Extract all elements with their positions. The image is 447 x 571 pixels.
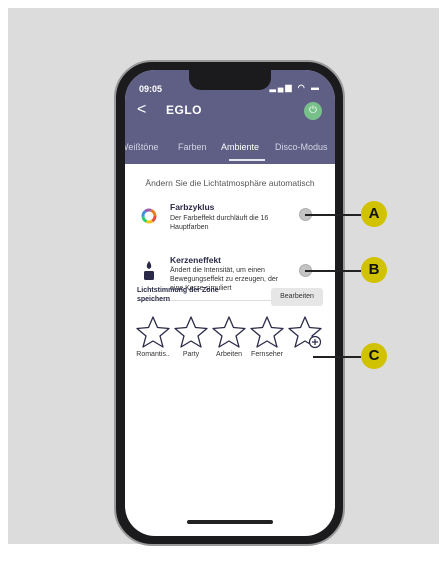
back-button[interactable]: <	[137, 101, 146, 119]
mood-star-icon[interactable]	[211, 314, 247, 350]
effect-desc-farbzyklus: Der Farbeffekt durchläuft die 16 Hauptfa…	[170, 215, 269, 231]
mood-star-icon[interactable]	[135, 314, 171, 350]
tab-ambiente[interactable]: Ambiente	[221, 142, 259, 152]
effect-title-farbzyklus: Farbzyklus	[170, 202, 215, 212]
mood-label-party: Party	[182, 351, 200, 358]
section-subtitle: Ändern Sie die Lichtatmosphäre automatis…	[145, 178, 315, 188]
mood-label-arbeiten: Arbeiten	[215, 351, 243, 358]
ambiente-content: Ändern Sie die Lichtatmosphäre automatis…	[125, 164, 335, 536]
mood-star-icon[interactable]	[249, 314, 285, 350]
color-wheel-icon	[141, 208, 157, 224]
callout-line-b	[305, 270, 361, 272]
add-mood-star-icon[interactable]	[287, 314, 323, 350]
mood-label-fernseher: Fernseher	[251, 351, 283, 358]
power-button[interactable]: ⏻	[304, 102, 322, 120]
zone-save-label: Lichtstimmung der Zone speichern	[137, 287, 219, 303]
callout-line-c	[313, 356, 361, 358]
mood-label-romantisch: Romantis..	[136, 351, 170, 358]
callout-a: A	[361, 201, 387, 227]
status-icons: ▂▄▆ ◠ ▬	[269, 83, 321, 92]
tab-weisstoene[interactable]: Weißtöne	[125, 142, 158, 152]
notch	[189, 70, 271, 90]
candle-icon	[144, 261, 154, 280]
home-indicator	[187, 520, 273, 524]
callout-line-a	[305, 214, 361, 216]
status-bar: 09:05 ▂▄▆ ◠ ▬	[125, 70, 335, 98]
callout-b: B	[361, 257, 387, 283]
edit-button[interactable]: Bearbeiten	[271, 288, 323, 306]
tab-bar: Weißtöne Farben Ambiente Disco-Modus	[125, 134, 335, 164]
tab-disco-modus[interactable]: Disco-Modus	[275, 142, 328, 152]
page-title: EGLO	[166, 103, 203, 117]
effect-title-kerzeneffekt: Kerzeneffekt	[170, 255, 222, 265]
power-icon: ⏻	[309, 105, 317, 116]
phone-screen: 09:05 ▂▄▆ ◠ ▬ < EGLO ⏻ Weißtöne Farben A…	[125, 70, 335, 536]
app-bar: 09:05 ▂▄▆ ◠ ▬ < EGLO ⏻ Weißtöne Farben A…	[125, 70, 335, 164]
tab-active-indicator	[229, 159, 265, 161]
callout-c: C	[361, 343, 387, 369]
tab-farben[interactable]: Farben	[178, 142, 207, 152]
status-time: 09:05	[139, 84, 163, 94]
mood-star-icon[interactable]	[173, 314, 209, 350]
